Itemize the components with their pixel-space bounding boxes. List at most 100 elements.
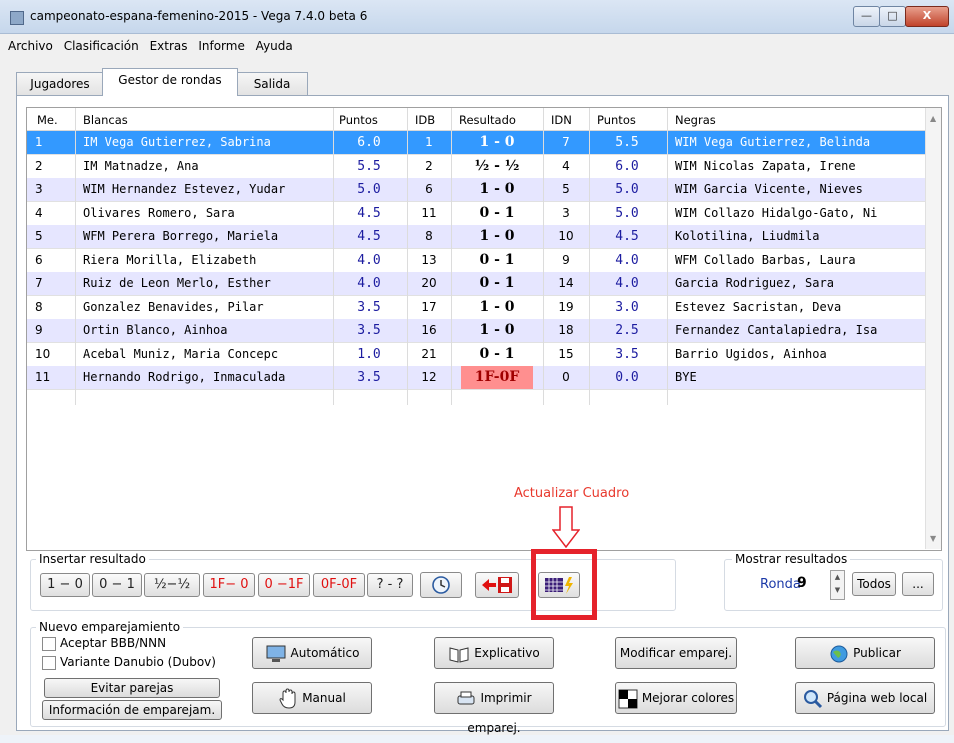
pairings-table: Me. Blancas Puntos IDB Resultado IDN Pun… <box>26 107 942 551</box>
table-row[interactable]: 11 Hernando Rodrigo, Inmaculada 3.5 12 1F-0F… <box>27 366 925 390</box>
table-row[interactable]: 4 Olivares Romero, Sara 4.5 11 0 - 1 3 5.0 WIM … <box>27 202 925 226</box>
col-idn[interactable]: IDN <box>551 113 572 127</box>
column-divider <box>333 108 334 405</box>
round-spinner[interactable]: ▲ ▼ <box>830 570 845 600</box>
cell-result[interactable]: 1 - 0 <box>453 296 541 319</box>
table-row[interactable]: 2 IM Matnadze, Ana 5.5 2 ½ - ½ 4 6.0 WIM Nicola… <box>27 155 925 179</box>
cell-white-player: WIM Hernandez Estevez, Yudar <box>83 182 286 196</box>
maximize-button[interactable]: □ <box>879 6 906 27</box>
printer-icon <box>457 691 475 704</box>
cell-idb: 11 <box>421 205 437 220</box>
result-0-1-button[interactable]: 0 − 1 <box>92 573 142 597</box>
cell-black-points: 4.5 <box>615 229 639 244</box>
cell-result[interactable]: 0 - 1 <box>453 249 541 272</box>
pairing-info-button[interactable]: Información de emparejam. <box>42 700 222 720</box>
round-label: Ronda <box>760 577 801 592</box>
table-row[interactable]: 8 Gonzalez Benavides, Pilar 3.5 17 1 - 0 19 3.… <box>27 296 925 320</box>
cell-result[interactable]: 0 - 1 <box>453 272 541 295</box>
accept-bbb-checkbox[interactable] <box>42 637 56 651</box>
col-me[interactable]: Me. <box>37 113 58 127</box>
cell-result[interactable]: ½ - ½ <box>453 155 541 178</box>
menu-ayuda[interactable]: Ayuda <box>256 34 297 53</box>
cell-black-points: 4.0 <box>615 252 639 268</box>
manual-pairing-button[interactable]: Manual <box>252 682 372 714</box>
tab-salida[interactable]: Salida <box>236 72 308 95</box>
col-puntos-black[interactable]: Puntos <box>597 113 636 127</box>
scroll-down-icon[interactable]: ▼ <box>930 534 936 543</box>
insert-result-label: Insertar resultado <box>36 552 149 566</box>
cell-me: 8 <box>35 299 43 314</box>
cell-black-player: WIM Garcia Vicente, Nieves <box>675 182 863 196</box>
table-row[interactable]: 5 WFM Perera Borrego, Mariela 4.5 8 1 - 0 10 4… <box>27 225 925 249</box>
menu-extras[interactable]: Extras <box>150 34 192 53</box>
scroll-up-icon[interactable]: ▲ <box>930 114 936 123</box>
cell-result[interactable]: 1 - 0 <box>453 319 541 342</box>
menu-informe[interactable]: Informe <box>198 34 249 53</box>
delete-result-button[interactable] <box>475 572 519 598</box>
avoid-pairs-button[interactable]: Evitar parejas <box>44 678 220 698</box>
col-idb[interactable]: IDB <box>415 113 435 127</box>
annotation-arrow-icon <box>552 506 580 548</box>
automatic-pairing-button[interactable]: Automático <box>252 637 372 669</box>
col-resultado[interactable]: Resultado <box>459 113 516 127</box>
cell-result[interactable]: 0 - 1 <box>453 202 541 225</box>
result-unknown-button[interactable]: ? - ? <box>367 573 413 597</box>
more-options-button[interactable]: ... <box>902 572 934 596</box>
all-results-button[interactable]: Todos <box>852 572 896 596</box>
table-row[interactable]: 7 Ruiz de Leon Merlo, Esther 4.0 20 0 - 1 14 4… <box>27 272 925 296</box>
result-0f-0f-button[interactable]: 0F-0F <box>313 573 365 597</box>
vertical-scrollbar[interactable]: ▲ ▼ <box>925 108 941 549</box>
result-1-0-button[interactable]: 1 − 0 <box>40 573 90 597</box>
cell-white-player: IM Matnadze, Ana <box>83 158 199 173</box>
hand-icon <box>279 687 296 709</box>
menu-clasificacion[interactable]: Clasificación <box>64 34 143 53</box>
result-0-1f-button[interactable]: 0 −1F <box>258 573 310 597</box>
modify-pairing-button[interactable]: Modificar emparej. <box>615 637 737 669</box>
table-row[interactable]: 10 Acebal Muniz, Maria Concepc 1.0 21 0 - 1 1… <box>27 343 925 367</box>
col-negras[interactable]: Negras <box>675 113 716 127</box>
cell-me: 1 <box>35 135 43 149</box>
improve-colors-button[interactable]: Mejorar colores <box>615 682 737 714</box>
local-web-page-button[interactable]: Página web local <box>795 682 935 714</box>
cell-me: 4 <box>35 205 43 220</box>
cell-white-points: 3.5 <box>357 299 381 315</box>
menu-archivo[interactable]: Archivo <box>8 34 57 53</box>
spin-down-icon[interactable]: ▼ <box>831 584 844 597</box>
tab-jugadores[interactable]: Jugadores <box>16 72 104 95</box>
menu-bar: Archivo Clasificación Extras Informe Ayu… <box>8 34 946 60</box>
annotation-label: Actualizar Cuadro <box>514 486 630 501</box>
table-row[interactable]: 3 WIM Hernandez Estevez, Yudar 5.0 6 1 - 0 5 5… <box>27 178 925 202</box>
publish-button[interactable]: Publicar <box>795 637 935 669</box>
table-row[interactable]: 9 Ortin Blanco, Ainhoa 3.5 16 1 - 0 18 2.5 Fern… <box>27 319 925 343</box>
column-divider <box>451 108 452 405</box>
result-1f-0-button[interactable]: 1F− 0 <box>203 573 255 597</box>
cell-black-points: 3.5 <box>615 346 639 362</box>
cell-black-points: 5.0 <box>615 205 639 221</box>
cell-black-points: 5.0 <box>615 182 639 197</box>
danubio-checkbox[interactable] <box>42 656 56 670</box>
cell-result[interactable]: 1 - 0 <box>453 178 541 201</box>
cell-black-player: BYE <box>675 370 697 384</box>
cell-idn: 7 <box>562 135 570 149</box>
table-row[interactable]: 6 Riera Morilla, Elizabeth 4.0 13 0 - 1 9 4.0 W… <box>27 249 925 273</box>
cell-black-player: Estevez Sacristan, Deva <box>675 299 842 314</box>
tab-gestor-de-rondas[interactable]: Gestor de rondas <box>102 68 238 96</box>
cell-result[interactable]: 1 - 0 <box>453 131 541 154</box>
cell-idn: 19 <box>558 299 574 314</box>
col-blancas[interactable]: Blancas <box>83 113 128 127</box>
cell-result[interactable]: 1 - 0 <box>453 225 541 248</box>
computer-icon <box>266 645 286 662</box>
col-puntos-white[interactable]: Puntos <box>339 113 378 127</box>
cell-result[interactable]: 0 - 1 <box>453 343 541 366</box>
spin-up-icon[interactable]: ▲ <box>831 571 844 584</box>
table-row[interactable]: 1 IM Vega Gutierrez, Sabrina 6.0 1 1 - 0 7 5.5… <box>27 131 925 155</box>
print-pairing-button[interactable]: Imprimir emparej. <box>434 682 554 735</box>
cell-black-player: Fernandez Cantalapiedra, Isa <box>675 323 878 337</box>
close-button[interactable]: X <box>905 6 949 27</box>
result-draw-button[interactable]: ½−½ <box>144 573 200 597</box>
clock-button[interactable] <box>420 572 462 598</box>
explanatory-pairing-button[interactable]: Explicativo <box>434 637 554 669</box>
cell-result[interactable]: 1F-0F <box>461 366 533 389</box>
round-value[interactable]: 9 <box>797 575 807 591</box>
minimize-button[interactable]: — <box>853 6 880 27</box>
